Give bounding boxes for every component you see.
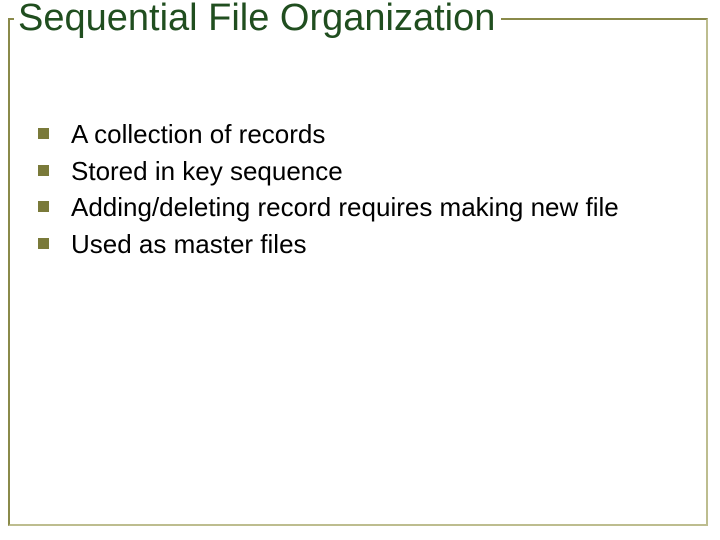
list-item: Adding/deleting record requires making n… <box>38 191 690 224</box>
bullet-text: Adding/deleting record requires making n… <box>71 191 619 224</box>
slide-title: Sequential File Organization <box>14 0 501 40</box>
bullet-text: Stored in key sequence <box>71 155 343 188</box>
slide-frame <box>8 18 708 526</box>
bullet-text: A collection of records <box>71 118 325 151</box>
square-bullet-icon <box>38 238 49 249</box>
square-bullet-icon <box>38 128 49 139</box>
bullet-text: Used as master files <box>71 228 307 261</box>
list-item: Used as master files <box>38 228 690 261</box>
list-item: A collection of records <box>38 118 690 151</box>
bullet-list: A collection of records Stored in key se… <box>38 118 690 264</box>
list-item: Stored in key sequence <box>38 155 690 188</box>
square-bullet-icon <box>38 201 49 212</box>
square-bullet-icon <box>38 165 49 176</box>
